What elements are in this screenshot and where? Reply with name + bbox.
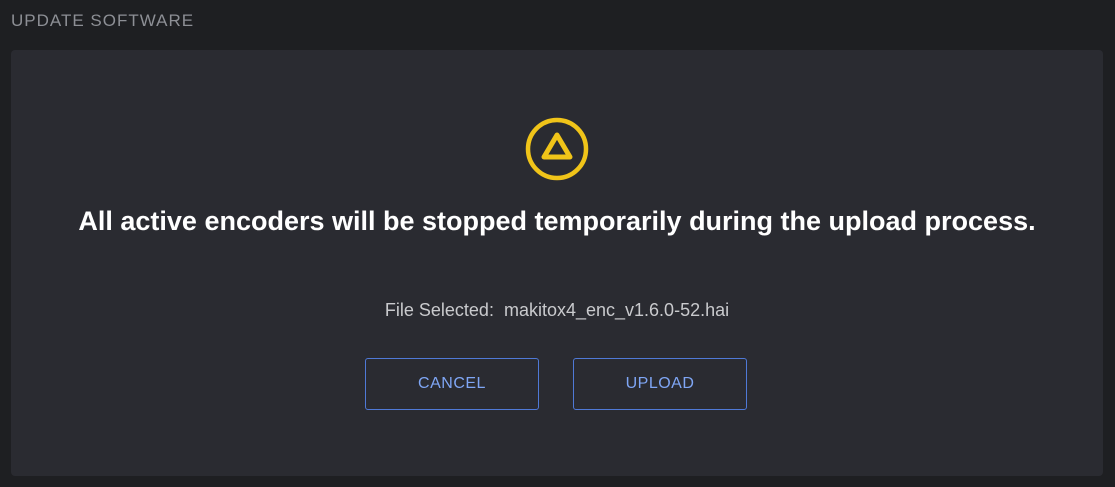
file-selected-line: File Selected: makitox4_enc_v1.6.0-52.ha…	[11, 299, 1103, 321]
warning-message: All active encoders will be stopped temp…	[78, 206, 1036, 236]
file-name: makitox4_enc_v1.6.0-52.hai	[503, 300, 730, 320]
update-software-panel: All active encoders will be stopped temp…	[11, 50, 1103, 476]
warning-triangle-icon	[525, 117, 589, 181]
file-selected-label: File Selected:	[384, 300, 494, 320]
upload-button[interactable]: UPLOAD	[573, 358, 747, 410]
page-title: UPDATE SOFTWARE	[11, 11, 195, 30]
cancel-button[interactable]: CANCEL	[365, 358, 539, 410]
